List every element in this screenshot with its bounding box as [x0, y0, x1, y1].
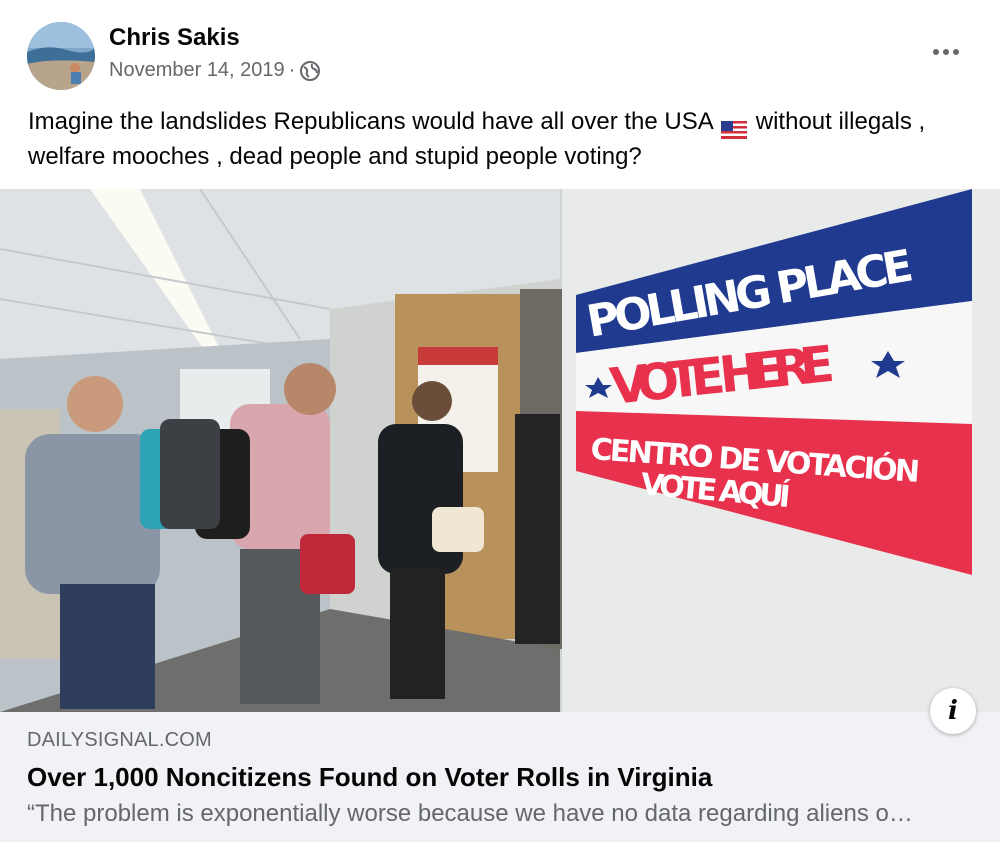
info-icon: i	[948, 696, 958, 726]
author-name[interactable]: Chris Sakis	[109, 24, 240, 52]
info-button[interactable]: i	[930, 688, 976, 734]
globe-icon	[299, 60, 321, 82]
post-text: Imagine the landslides Republicans would…	[28, 104, 988, 174]
post-text-start: Imagine the landslides Republicans would…	[28, 108, 713, 135]
post-meta: November 14, 2019 ·	[109, 59, 321, 82]
avatar[interactable]	[27, 22, 95, 90]
link-preview-image[interactable]: POLLING PLACE VOTE HERE CENTRO DE VOTACI…	[0, 189, 1000, 712]
us-flag-icon	[721, 114, 748, 139]
more-dot-icon	[953, 49, 959, 55]
link-title[interactable]: Over 1,000 Noncitizens Found on Voter Ro…	[27, 762, 712, 793]
post-header: Chris Sakis November 14, 2019 ·	[0, 0, 1000, 100]
separator: ·	[288, 59, 296, 81]
link-domain: DAILYSIGNAL.COM	[27, 729, 212, 751]
link-description: “The problem is exponentially worse beca…	[27, 800, 913, 827]
more-dot-icon	[933, 49, 939, 55]
post-date[interactable]: November 14, 2019	[109, 59, 285, 82]
more-dot-icon	[943, 49, 949, 55]
more-options-button[interactable]	[928, 38, 964, 66]
